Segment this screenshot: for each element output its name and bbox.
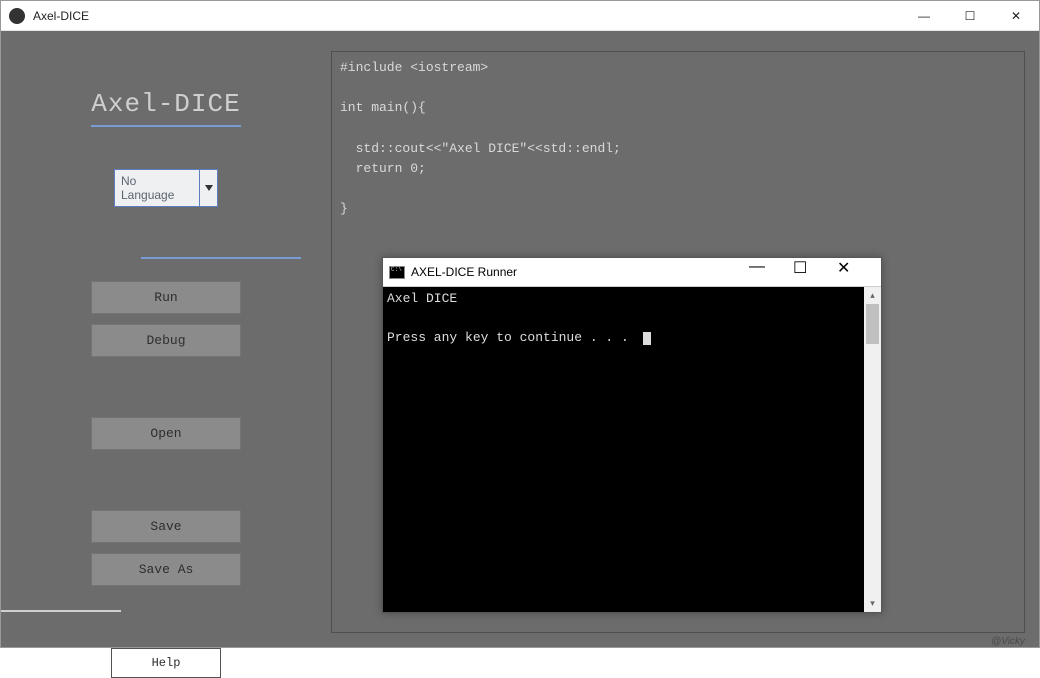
minimize-button[interactable]: — — [901, 1, 947, 30]
console-text: Axel DICE Press any key to continue . . … — [387, 291, 629, 345]
cursor-icon — [643, 332, 651, 345]
save-as-button[interactable]: Save As — [91, 553, 241, 586]
run-debug-group: Run Debug — [1, 281, 331, 357]
save-group: Save Save As — [1, 510, 331, 586]
runner-maximize-button[interactable]: ☐ — [793, 258, 837, 286]
scroll-up-icon[interactable]: ▴ — [864, 287, 881, 304]
divider — [141, 257, 301, 259]
language-select-value: No Language — [114, 169, 200, 207]
sidebar: Axel-DICE No Language Run Debug Open Sav… — [1, 31, 331, 647]
scroll-down-icon[interactable]: ▾ — [864, 595, 881, 612]
file-group: Open — [1, 417, 331, 450]
scroll-thumb[interactable] — [866, 304, 879, 344]
scrollbar[interactable]: ▴ ▾ — [864, 287, 881, 612]
runner-body: Axel DICE Press any key to continue . . … — [383, 286, 881, 612]
app-body: Axel-DICE No Language Run Debug Open Sav… — [1, 31, 1039, 647]
runner-window[interactable]: AXEL-DICE Runner — ☐ ✕ Axel DICE Press a… — [382, 257, 882, 613]
run-button[interactable]: Run — [91, 281, 241, 314]
language-select[interactable]: No Language — [114, 169, 218, 207]
window-title: Axel-DICE — [33, 9, 901, 23]
runner-title: AXEL-DICE Runner — [411, 265, 749, 279]
dropdown-arrow-icon[interactable] — [200, 169, 218, 207]
debug-button[interactable]: Debug — [91, 324, 241, 357]
runner-titlebar[interactable]: AXEL-DICE Runner — ☐ ✕ — [383, 258, 881, 286]
divider — [91, 125, 241, 127]
titlebar[interactable]: Axel-DICE — ☐ ✕ — [1, 1, 1039, 31]
runner-close-button[interactable]: ✕ — [837, 258, 881, 286]
app-window: Axel-DICE — ☐ ✕ Axel-DICE No Language Ru… — [0, 0, 1040, 648]
close-button[interactable]: ✕ — [993, 1, 1039, 30]
save-button[interactable]: Save — [91, 510, 241, 543]
console-icon — [389, 266, 405, 279]
credit-label: @Vicky — [991, 636, 1025, 647]
sidebar-title: Axel-DICE — [1, 89, 331, 119]
window-controls: — ☐ ✕ — [901, 1, 1039, 30]
open-button[interactable]: Open — [91, 417, 241, 450]
divider — [1, 610, 121, 612]
runner-window-controls: — ☐ ✕ — [749, 258, 881, 286]
help-button[interactable]: Help — [111, 648, 221, 678]
app-icon — [9, 8, 25, 24]
console-output[interactable]: Axel DICE Press any key to continue . . … — [383, 287, 864, 612]
maximize-button[interactable]: ☐ — [947, 1, 993, 30]
runner-minimize-button[interactable]: — — [749, 258, 793, 286]
